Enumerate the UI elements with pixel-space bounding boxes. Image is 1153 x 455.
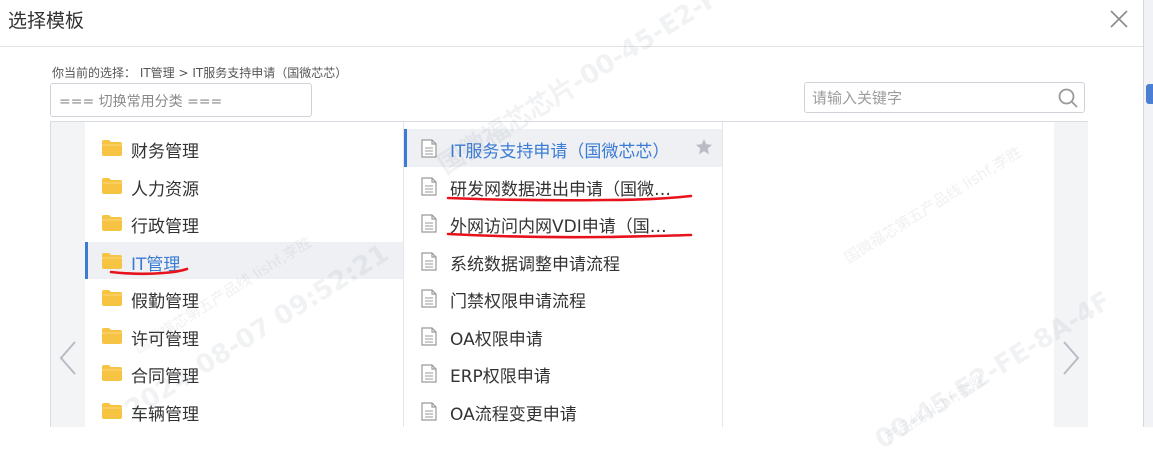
document-icon	[421, 326, 437, 346]
folder-icon	[102, 215, 122, 231]
template-item[interactable]: 研发网数据进出申请（国微…	[404, 167, 722, 205]
document-icon	[421, 214, 437, 233]
template-label: OA流程变更申请	[450, 404, 577, 425]
chevron-right-icon	[1063, 341, 1080, 375]
folder-icon	[102, 402, 122, 419]
dialog-header: 选择模板	[0, 0, 1143, 47]
category-label: IT管理	[131, 254, 181, 275]
category-label: 许可管理	[131, 329, 199, 350]
category-label: 车辆管理	[131, 404, 199, 425]
template-label: 门禁权限申请流程	[450, 292, 586, 312]
search-input[interactable]	[805, 83, 1052, 112]
template-label: 外网访问内网VDI申请（国…	[450, 217, 667, 237]
template-item[interactable]: 系统数据调整申请流程	[404, 242, 722, 280]
search-icon[interactable]	[1057, 87, 1079, 109]
template-label: 系统数据调整申请流程	[450, 254, 620, 275]
document-icon	[421, 289, 437, 308]
template-item[interactable]: OA流程变更申请	[404, 392, 722, 430]
category-item-attendance[interactable]: 假勤管理	[85, 279, 403, 317]
scroll-right-button[interactable]	[1054, 122, 1088, 427]
folder-icon	[102, 365, 122, 381]
category-item-vehicle[interactable]: 车辆管理	[85, 392, 403, 430]
template-label: OA权限申请	[450, 329, 543, 350]
folder-icon	[102, 290, 122, 306]
document-icon	[421, 176, 437, 196]
template-label: IT服务支持申请（国微芯芯）	[450, 142, 670, 162]
star-icon[interactable]	[695, 138, 713, 156]
breadcrumb: 你当前的选择： IT管理 > IT服务支持申请（国微芯芯）	[52, 66, 348, 80]
document-icon	[421, 401, 437, 421]
template-item[interactable]: IT服务支持申请（国微芯芯）	[404, 129, 722, 167]
folder-icon	[102, 140, 122, 156]
category-item-finance[interactable]: 财务管理	[85, 129, 403, 167]
template-item[interactable]: 外网访问内网VDI申请（国…	[404, 204, 722, 242]
template-label: 研发网数据进出申请（国微…	[450, 179, 671, 200]
template-item[interactable]: ERP权限申请	[404, 354, 722, 392]
column-divider	[722, 122, 723, 427]
category-item-it[interactable]: IT管理	[85, 241, 403, 279]
search-box	[804, 82, 1085, 113]
folder-icon	[102, 252, 122, 269]
template-item[interactable]: 门禁权限申请流程	[404, 279, 722, 317]
template-item[interactable]: OA权限申请	[404, 317, 722, 355]
dialog-title: 选择模板	[8, 10, 85, 32]
scroll-left-button[interactable]	[51, 122, 85, 427]
category-label: 人力资源	[131, 179, 199, 200]
close-icon[interactable]	[1106, 6, 1132, 32]
category-label: 财务管理	[131, 142, 199, 162]
category-switch-select[interactable]: === 切换常用分类 ===	[50, 83, 312, 117]
category-label: 合同管理	[131, 367, 199, 387]
folder-icon	[102, 177, 122, 194]
document-icon	[421, 251, 437, 271]
category-item-admin[interactable]: 行政管理	[85, 204, 403, 242]
folder-icon	[102, 327, 122, 344]
category-label: 假勤管理	[131, 292, 199, 312]
chevron-left-icon	[59, 341, 76, 375]
category-item-hr[interactable]: 人力资源	[85, 167, 403, 205]
template-list: IT服务支持申请（国微芯芯） 研发网数据进出申请（国微… 外网访问内网VDI申请…	[404, 129, 722, 429]
category-item-contract[interactable]: 合同管理	[85, 354, 403, 392]
document-icon	[421, 364, 437, 383]
background-window-edge	[1143, 0, 1153, 427]
category-list: 财务管理 人力资源 行政管理 IT管理 假勤管理 许可管理 合同管理 车辆管理	[85, 129, 403, 429]
template-label: ERP权限申请	[450, 367, 551, 387]
document-icon	[421, 139, 437, 158]
category-label: 行政管理	[131, 217, 199, 237]
category-item-license[interactable]: 许可管理	[85, 317, 403, 355]
